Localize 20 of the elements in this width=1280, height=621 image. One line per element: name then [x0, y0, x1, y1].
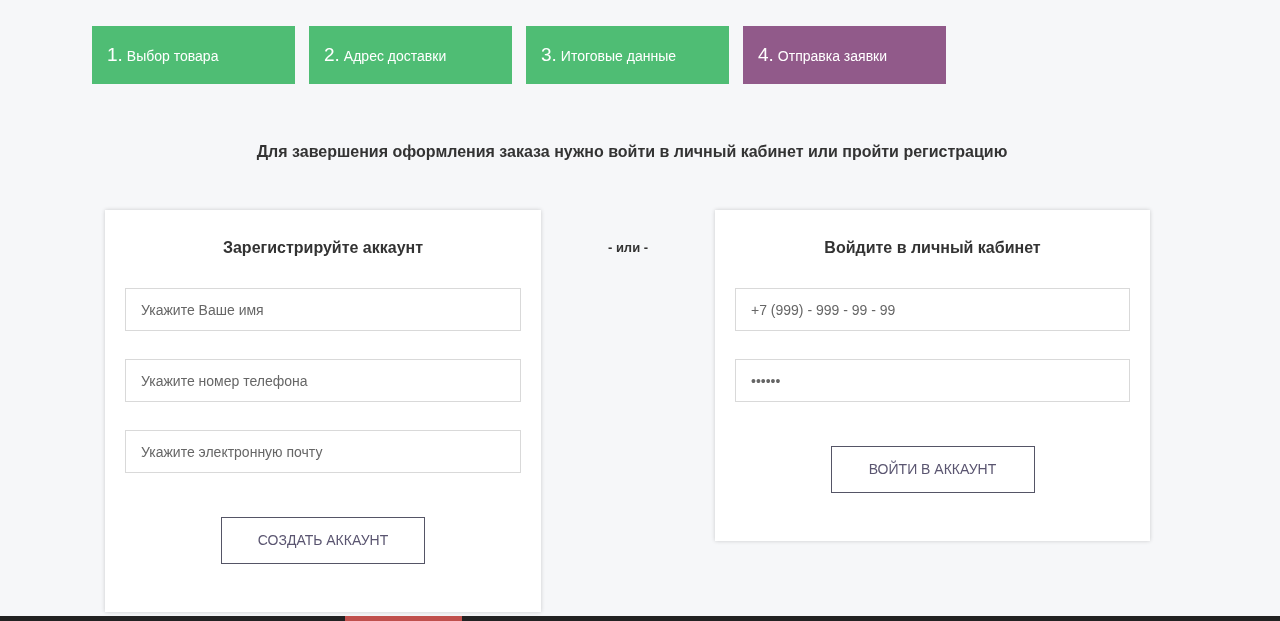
login-button[interactable]: ВОЙТИ В АККАУНТ [830, 446, 1035, 493]
input-field[interactable]: •••••• [735, 359, 1130, 402]
step-label: Отправка заявки [777, 47, 888, 66]
input-field[interactable]: Укажите электронную почту [125, 430, 521, 473]
order-notice: Для завершения оформления заказа нужно войти в личный кабинет или пройти регистрацию [255, 142, 1009, 162]
or-separator: - или - [607, 239, 649, 257]
step-label: Выбор товара [126, 47, 219, 66]
input-field[interactable]: Укажите Ваше имя [125, 288, 521, 331]
step-number: 1. [107, 42, 123, 67]
step-number: 3. [541, 42, 557, 67]
card-title: Войдите в личный кабинет [824, 238, 1041, 258]
step-label: Адрес доставки [343, 47, 447, 66]
create-account-button[interactable]: СОЗДАТЬ АККАУНТ [221, 517, 425, 564]
step-number: 2. [324, 42, 340, 67]
step-label: Итоговые данные [560, 47, 676, 66]
input-field[interactable]: +7 (999) - 999 - 99 - 99 [735, 288, 1130, 331]
step-number: 4. [758, 42, 774, 67]
input-field[interactable]: Укажите номер телефона [125, 359, 521, 402]
step-tab[interactable]: 4. Отправка заявки [743, 26, 946, 84]
card-title: Зарегистрируйте аккаунт [222, 238, 424, 258]
